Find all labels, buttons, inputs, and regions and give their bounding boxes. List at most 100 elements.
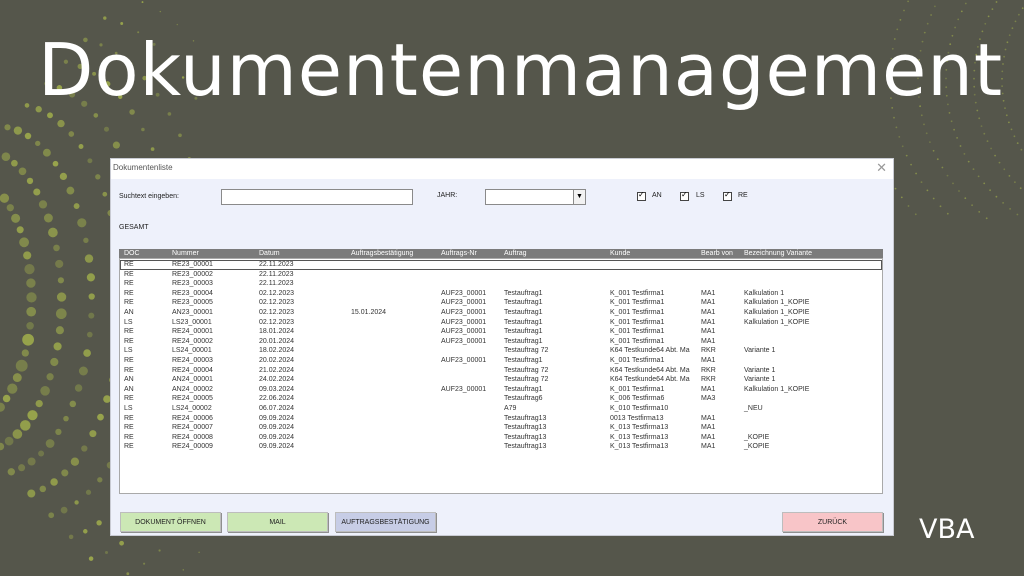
cell-kunde: K64 Testkunde64 Abt. Ma	[610, 376, 690, 384]
document-list-window: Dokumentenliste ✕ Suchtext eingeben: JAH…	[110, 158, 894, 536]
table-row[interactable]: AN AN23_00001 02.12.2023 15.01.2024 AUF23_00…	[120, 308, 882, 318]
cell-bearb-von: MA1	[701, 318, 716, 326]
cell-doc: AN	[124, 309, 134, 316]
table-row[interactable]: RE RE24_00008 09.09.2024 Testauftrag13 K_013…	[120, 433, 882, 443]
cell-auftrag: Testauftrag1	[504, 357, 543, 364]
cell-kunde: K_006 Testfirma6	[610, 395, 665, 403]
search-label: Suchtext eingeben:	[119, 193, 179, 200]
hero-title: Dokumentenmanagement	[38, 28, 1004, 112]
column-header-auftragsbestaetigung[interactable]: Auftragsbestätigung	[351, 249, 413, 258]
column-header-doc[interactable]: DOC	[124, 249, 140, 258]
table-row[interactable]: RE RE23_00003 22.11.2023	[120, 279, 882, 289]
vba-tag: VBA	[919, 514, 975, 545]
cell-nummer: RE24_00004	[172, 366, 213, 374]
table-row[interactable]: RE RE24_00005 22.06.2024 Testauftrag6 K_006 …	[120, 394, 882, 404]
order-confirmation-button[interactable]: AUFTRAGSBESTÄTIGUNG	[335, 512, 436, 532]
column-header-bezeichnung-variante[interactable]: Bezeichnung Variante	[744, 249, 812, 258]
mail-button[interactable]: MAIL	[227, 512, 328, 532]
cell-bearb-von: MA1	[701, 443, 716, 451]
window-titlebar: Dokumentenliste ✕	[111, 159, 893, 179]
filter-an-checkbox[interactable]: ✓	[637, 190, 646, 201]
cell-bearb-von: MA1	[701, 289, 716, 297]
cell-doc: RE	[124, 299, 134, 307]
close-icon[interactable]: ✕	[876, 161, 887, 175]
table-row[interactable]: RE RE23_00005 02.12.2023 AUF23_00001 Testauf…	[120, 298, 882, 308]
table-row[interactable]: RE RE24_00003 20.02.2024 AUF23_00001 Testauf…	[120, 356, 882, 366]
table-row[interactable]: RE RE23_00004 02.12.2023 AUF23_00001 Testauf…	[120, 289, 882, 299]
cell-auftrags-nr: AUF23_00001	[441, 289, 487, 297]
cell-bezeichnung-variante: Kalkulation 1_KOPIE	[744, 299, 810, 307]
cell-kunde: K64 Testkunde64 Abt. Ma	[610, 347, 690, 355]
cell-nummer: RE24_00008	[172, 433, 213, 441]
open-document-button[interactable]: DOKUMENT ÖFFNEN	[120, 512, 221, 532]
cell-doc: LS	[124, 347, 133, 355]
cell-kunde: K_010 Testfirma10	[610, 405, 669, 412]
year-select[interactable]: ▼	[485, 189, 586, 205]
table-row[interactable]: RE RE23_00002 22.11.2023	[120, 270, 882, 280]
cell-kunde: K_001 Testfirma1	[610, 337, 665, 345]
cell-nummer: RE24_00006	[172, 414, 213, 422]
cell-kunde: 0013 Testfirma13	[610, 414, 664, 422]
cell-kunde: K64 Testkunde64 Abt. Ma	[610, 366, 690, 374]
cell-bezeichnung-variante: Variante 1	[744, 376, 776, 384]
cell-nummer: RE24_00007	[172, 424, 213, 432]
cell-doc: RE	[124, 328, 134, 336]
cell-auftrag: Testauftrag1	[504, 337, 543, 345]
back-button[interactable]: ZURÜCK	[782, 512, 883, 532]
table-row[interactable]: RE RE23_00001 22.11.2023	[120, 260, 882, 270]
list-header: DOC Nummer Datum Auftragsbestätigung Auf…	[119, 249, 883, 258]
cell-nummer: LS24_00002	[172, 405, 212, 412]
column-header-auftrag[interactable]: Auftrag	[504, 249, 527, 258]
cell-kunde: K_001 Testfirma1	[610, 385, 665, 393]
table-row[interactable]: AN AN24_00001 24.02.2024 Testauftrag 72 K64 …	[120, 375, 882, 385]
cell-auftrag: Testauftrag1	[504, 299, 543, 307]
table-row[interactable]: LS LS24_00001 18.02.2024 Testauftrag 72 K64 …	[120, 346, 882, 356]
search-input[interactable]	[221, 189, 413, 205]
table-row[interactable]: RE RE24_00004 21.02.2024 Testauftrag 72 K64 …	[120, 366, 882, 376]
filter-ls-checkbox[interactable]: ✓	[680, 190, 689, 201]
table-row[interactable]: RE RE24_00006 09.09.2024 Testauftrag13 0013 …	[120, 414, 882, 424]
cell-doc: RE	[124, 337, 134, 345]
column-header-datum[interactable]: Datum	[259, 249, 280, 258]
cell-auftrags-nr: AUF23_00001	[441, 337, 487, 345]
column-header-kunde[interactable]: Kunde	[610, 249, 630, 258]
cell-bearb-von: MA1	[701, 299, 716, 307]
cell-doc: RE	[124, 414, 134, 422]
table-row[interactable]: LS LS23_00001 02.12.2023 AUF23_00001 Testauf…	[120, 318, 882, 328]
chevron-down-icon[interactable]: ▼	[573, 190, 585, 204]
column-header-bearb-von[interactable]: Bearb von	[701, 249, 733, 258]
cell-datum: 24.02.2024	[259, 376, 295, 384]
cell-kunde: K_001 Testfirma1	[610, 289, 665, 297]
cell-doc: RE	[124, 261, 134, 268]
filter-re-checkbox[interactable]: ✓	[723, 190, 732, 201]
table-row[interactable]: RE RE24_00001 18.01.2024 AUF23_00001 Testauf…	[120, 327, 882, 337]
cell-doc: RE	[124, 270, 134, 278]
cell-nummer: RE24_00001	[172, 328, 213, 336]
table-row[interactable]: AN AN24_00002 09.03.2024 AUF23_00001 Testauf…	[120, 385, 882, 395]
cell-nummer: RE23_00001	[172, 261, 213, 268]
cell-doc: RE	[124, 424, 134, 432]
cell-kunde: K_001 Testfirma1	[610, 299, 665, 307]
filter-re-label: RE	[738, 192, 748, 199]
cell-bezeichnung-variante: Variante 1	[744, 366, 776, 374]
cell-auftrag: Testauftrag1	[504, 289, 543, 297]
table-row[interactable]: RE RE24_00007 09.09.2024 Testauftrag13 K_013…	[120, 423, 882, 433]
document-list[interactable]: RE RE23_00001 22.11.2023 RE RE23_00002 22.11.…	[119, 258, 883, 494]
cell-auftrags-nr: AUF23_00001	[441, 318, 487, 326]
cell-datum: 06.07.2024	[259, 405, 295, 412]
cell-auftrag: Testauftrag 72	[504, 366, 549, 374]
cell-nummer: RE23_00005	[172, 299, 213, 307]
cell-bearb-von: MA1	[701, 328, 716, 336]
cell-nummer: RE24_00005	[172, 395, 213, 403]
cell-bearb-von: MA1	[701, 433, 716, 441]
table-row[interactable]: RE RE24_00002 20.01.2024 AUF23_00001 Testauf…	[120, 337, 882, 347]
column-header-nummer[interactable]: Nummer	[172, 249, 199, 258]
table-row[interactable]: RE RE24_00009 09.09.2024 Testauftrag13 K_013…	[120, 442, 882, 452]
column-header-auftrags-nr[interactable]: Auftrags-Nr	[441, 249, 477, 258]
table-row[interactable]: LS LS24_00002 06.07.2024 A79 K_010 Testfirma…	[120, 404, 882, 414]
cell-nummer: RE24_00003	[172, 357, 213, 364]
cell-auftrags-nr: AUF23_00001	[441, 385, 487, 393]
cell-datum: 22.11.2023	[259, 280, 294, 288]
cell-nummer: RE24_00002	[172, 337, 213, 345]
cell-auftragsbestaetigung: 15.01.2024	[351, 309, 387, 316]
